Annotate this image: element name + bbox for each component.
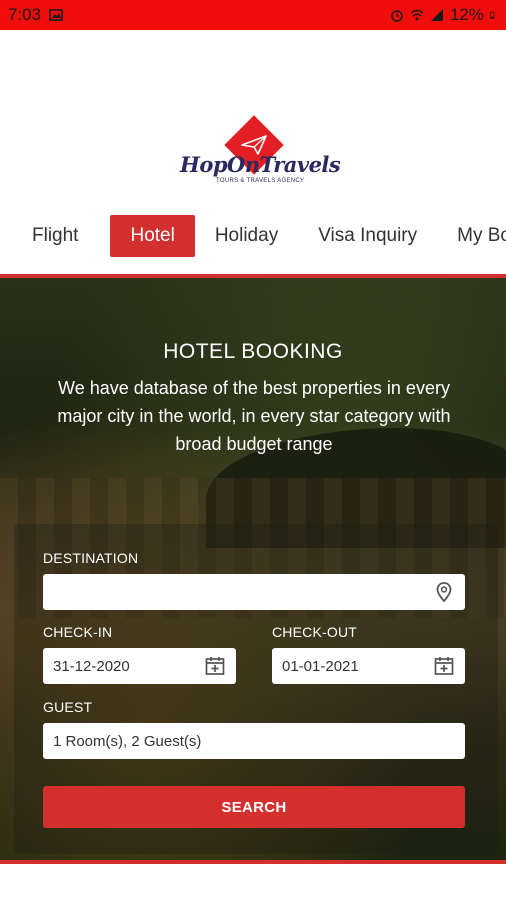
destination-input[interactable]: [43, 574, 465, 610]
wifi-icon: [410, 9, 424, 21]
status-time: 7:03: [8, 5, 42, 24]
category-tabs: Flight Hotel Holiday Visa Inquiry My Boo: [0, 214, 506, 258]
tab-holiday[interactable]: Holiday: [195, 215, 298, 257]
image-icon: [49, 9, 63, 21]
checkin-value: 31-12-2020: [53, 657, 130, 675]
status-bar: 7:03 12%: [0, 0, 506, 30]
logo[interactable]: HopOnTravels TOURS & TRAVELS AGENCY: [178, 115, 341, 190]
logo-name: HopOnTravels: [180, 152, 341, 177]
battery-percent: 12%: [449, 5, 484, 24]
hotel-booking-hero: HOTEL BOOKING We have database of the be…: [0, 274, 506, 864]
guest-selector[interactable]: 1 Room(s), 2 Guest(s): [43, 723, 465, 759]
battery-icon: [490, 11, 495, 19]
checkin-date-field[interactable]: 31-12-2020: [43, 648, 236, 684]
tab-hotel[interactable]: Hotel: [110, 215, 195, 257]
calendar-add-icon: [205, 657, 225, 675]
calendar-add-icon: [434, 657, 454, 675]
page-title: HOTEL BOOKING: [163, 340, 343, 363]
guest-label: GUEST: [43, 699, 93, 715]
guest-value: 1 Room(s), 2 Guest(s): [53, 732, 202, 750]
header: HopOnTravels TOURS & TRAVELS AGENCY: [0, 30, 506, 210]
destination-label: DESTINATION: [43, 550, 139, 566]
signal-icon: [430, 9, 443, 21]
checkin-label: CHECK-IN: [43, 624, 113, 640]
checkout-value: 01-01-2021: [282, 657, 359, 675]
alarm-icon: [391, 10, 403, 22]
location-pin-icon: [436, 582, 452, 603]
tab-flight[interactable]: Flight: [0, 215, 98, 257]
logo-tagline: TOURS & TRAVELS AGENCY: [216, 178, 305, 184]
search-button[interactable]: SEARCH: [43, 786, 465, 828]
checkout-date-field[interactable]: 01-01-2021: [272, 648, 465, 684]
tab-visa-inquiry[interactable]: Visa Inquiry: [298, 215, 437, 257]
checkout-label: CHECK-OUT: [272, 624, 358, 640]
tab-my-bookings[interactable]: My Boo: [437, 215, 506, 257]
page-description: We have database of the best properties …: [57, 378, 451, 454]
